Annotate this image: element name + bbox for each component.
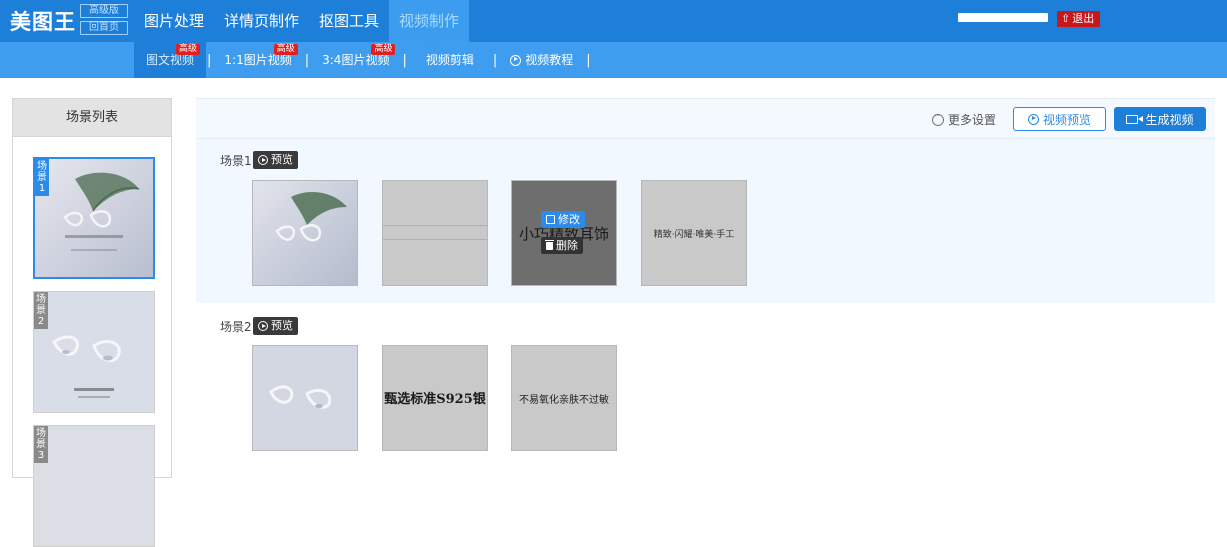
sub-nav: 图文视频 高级 | 1:1图片视频 高级 | 3:4图片视频 高级 | 视频剪辑…: [134, 42, 592, 78]
logo-text: 美图王: [10, 10, 76, 34]
scene-thumbnail-1[interactable]: 场景1: [33, 157, 155, 279]
play-circle-icon: [1027, 113, 1039, 125]
more-icon: [932, 111, 944, 126]
scene-label: 场景3: [34, 426, 48, 463]
play-circle-icon: [510, 54, 522, 66]
subnav-label: 视频剪辑: [425, 53, 474, 67]
scene-2-image: [34, 292, 154, 412]
top-navigation-bar: 美图王 高级版 回首页 图片处理 详情页制作 抠图工具 视频制作 ⇧ 退出: [0, 0, 1227, 42]
frame-image[interactable]: [252, 345, 358, 451]
premium-badge: 高级: [273, 44, 298, 55]
edit-label: 修改: [558, 213, 580, 226]
frame-text[interactable]: 甄选标准S925银: [382, 345, 488, 451]
logo[interactable]: 美图王: [10, 5, 76, 37]
video-preview-button[interactable]: 视频预览: [1013, 107, 1106, 131]
scene-1-row: 场景1 预览 小巧精致耳饰 修改 删除 精致·闪耀·唯美·手工: [196, 139, 1215, 303]
divider: |: [304, 52, 310, 68]
logo-badges: 高级版 回首页: [80, 4, 128, 38]
more-settings-label: 更多设置: [948, 113, 997, 127]
trash-icon: [545, 239, 554, 250]
subnav-video-tutorial[interactable]: 视频教程: [498, 42, 585, 78]
subnav-square-video[interactable]: 1:1图片视频 高级: [212, 42, 303, 78]
delete-frame-button[interactable]: 删除: [541, 237, 583, 254]
generate-video-button[interactable]: 生成视频: [1114, 107, 1206, 131]
edit-frame-button[interactable]: 修改: [541, 211, 585, 228]
scene-preview-label: 预览: [271, 319, 293, 332]
nav-detail-page[interactable]: 详情页制作: [214, 0, 309, 42]
logout-label: 退出: [1072, 12, 1095, 25]
divider: |: [492, 52, 498, 68]
scene-thumbnail-2[interactable]: 场景2: [33, 291, 155, 413]
scene-editor-panel: 更多设置 视频预览 生成视频 场景1 预览: [196, 98, 1215, 478]
scene-title: 场景2: [220, 320, 252, 334]
frame-text[interactable]: 不易氧化亲肤不过敏: [511, 345, 617, 451]
main-nav: 图片处理 详情页制作 抠图工具 视频制作: [134, 0, 470, 42]
nav-cutout-tool[interactable]: 抠图工具: [309, 0, 389, 42]
generate-video-label: 生成视频: [1145, 112, 1194, 127]
sub-navigation-bar: 图文视频 高级 | 1:1图片视频 高级 | 3:4图片视频 高级 | 视频剪辑…: [0, 42, 1227, 78]
scene-title: 场景1: [220, 154, 252, 168]
scene-preview-label: 预览: [271, 153, 293, 166]
play-circle-icon: [258, 155, 268, 165]
editor-toolbar: 更多设置 视频预览 生成视频: [196, 99, 1215, 139]
frame-text[interactable]: 小巧精致耳饰 修改 删除: [511, 180, 617, 286]
premium-badge: 高级: [176, 44, 201, 55]
scene-1-image: [35, 159, 153, 277]
frame-blank[interactable]: [382, 180, 488, 286]
divider: |: [586, 52, 591, 68]
nav-image-processing[interactable]: 图片处理: [134, 0, 214, 42]
nav-video-making[interactable]: 视频制作: [389, 0, 470, 42]
delete-label: 删除: [556, 239, 578, 252]
scene-preview-button[interactable]: 预览: [253, 317, 298, 335]
scene-2-row: 场景2 预览 甄选标准S925银 不易氧化亲肤不过敏: [196, 305, 1215, 465]
subnav-label: 视频教程: [525, 53, 574, 67]
premium-badge: 高级: [371, 44, 396, 55]
scene-thumbnail-3[interactable]: 场景3: [33, 425, 155, 547]
username: [958, 13, 1048, 22]
frame-text[interactable]: 精致·闪耀·唯美·手工: [641, 180, 747, 286]
video-camera-icon: [1126, 114, 1144, 124]
frame-image[interactable]: [252, 180, 358, 286]
subnav-video-edit[interactable]: 视频剪辑: [408, 42, 492, 78]
edition-badge[interactable]: 高级版: [80, 4, 128, 18]
frame-2-image: [253, 346, 357, 450]
subnav-portrait-video[interactable]: 3:4图片视频 高级: [310, 42, 401, 78]
frame-caption: 精致·闪耀·唯美·手工: [653, 230, 735, 240]
video-preview-label: 视频预览: [1042, 112, 1091, 127]
scene-preview-button[interactable]: 预览: [253, 151, 298, 169]
play-circle-icon: [258, 321, 268, 331]
frame-caption: 不易氧化亲肤不过敏: [519, 395, 609, 406]
logout-icon: ⇧: [1061, 12, 1071, 25]
frame-caption: 甄选标准S925银: [384, 392, 486, 407]
subnav-text-video[interactable]: 图文视频 高级: [134, 42, 207, 78]
more-settings-button[interactable]: 更多设置: [932, 111, 996, 128]
scene-label: 场景2: [34, 292, 48, 329]
home-link[interactable]: 回首页: [80, 21, 128, 35]
divider: |: [207, 52, 212, 68]
frame-divider: [383, 239, 487, 240]
scene-list-panel: 场景列表 场景1 场景2 场景3: [12, 98, 172, 547]
frame-divider: [383, 225, 487, 226]
divider: |: [402, 52, 407, 68]
edit-icon: [546, 215, 555, 224]
frame-1-image: [253, 181, 357, 285]
logout-button[interactable]: ⇧ 退出: [1057, 11, 1101, 27]
scene-label: 场景1: [35, 159, 49, 196]
scene-list-title: 场景列表: [13, 99, 171, 137]
